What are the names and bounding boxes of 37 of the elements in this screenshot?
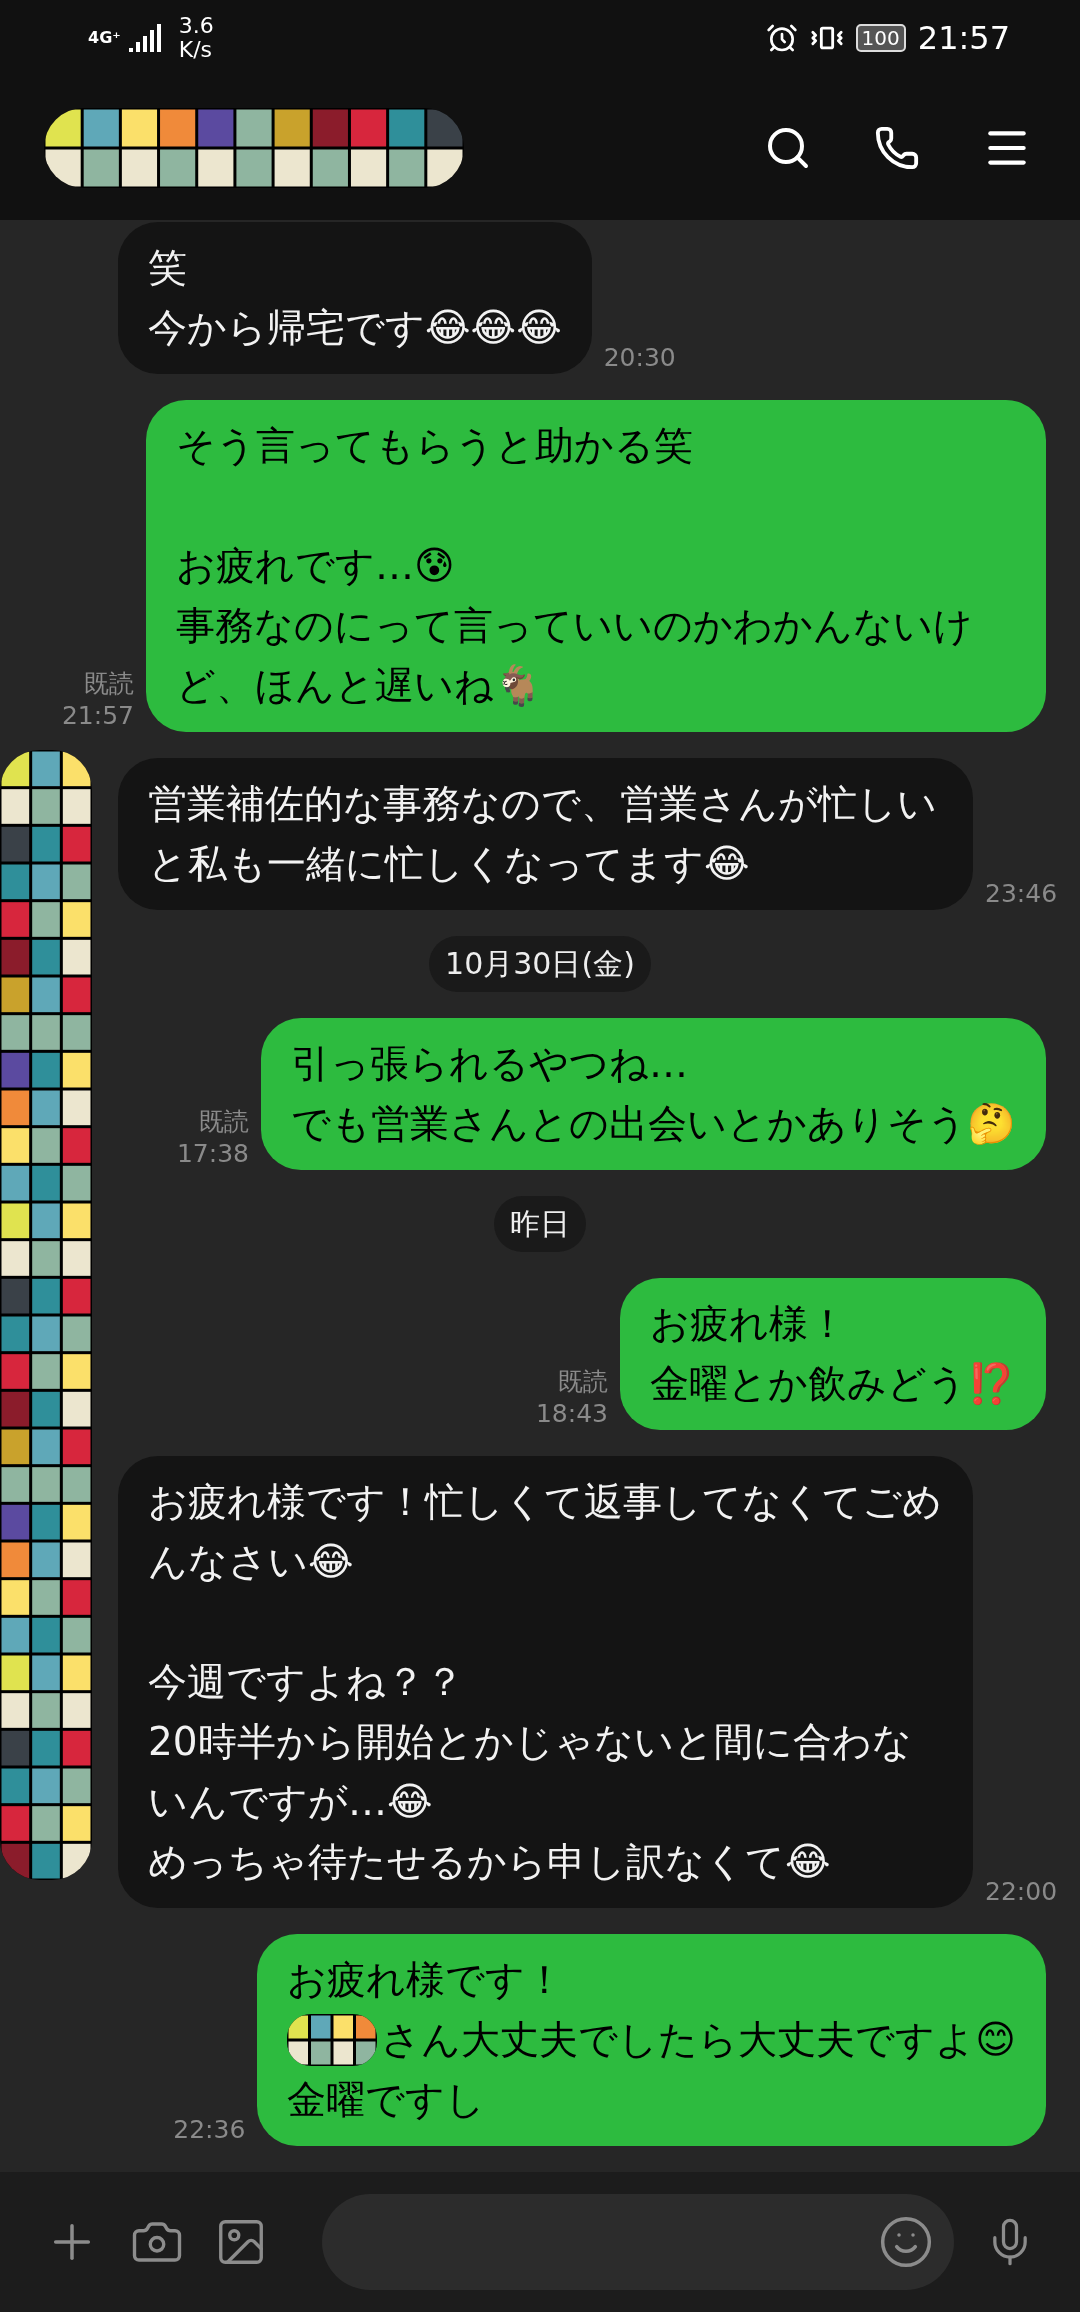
message-text: 金曜ですし — [287, 2076, 487, 2124]
message-text: でも営業さんとの出会いとかありそう🤔 — [291, 1100, 1016, 1148]
clock: 21:57 — [917, 17, 1010, 59]
message-text: 事務なのにって言っていいのかわかんないけど、ほんと遅いね🐐 — [176, 602, 974, 710]
battery-indicator: 100 — [855, 23, 906, 52]
message-text: 今から帰宅です😂😂😂 — [148, 304, 562, 352]
date-label: 昨日 — [494, 1196, 586, 1252]
message-text: 営業補佐的な事務なので、営業さんが忙しいと私も一緒に忙しくなってます😂 — [148, 780, 938, 888]
message-time: 22:00 — [985, 1876, 1058, 1908]
read-receipt: 既読 — [199, 1106, 249, 1138]
speed-unit: K/s — [178, 37, 214, 62]
message-text: めっちゃ待たせるから申し訳なくて😂 — [148, 1838, 832, 1886]
call-button[interactable] — [874, 124, 920, 171]
message-text: そう言ってもらうと助かる笑 — [176, 422, 694, 470]
signal-icon — [128, 23, 163, 52]
message-text: 20時半から開始とかじゃないと間に合わないんですが…😂 — [148, 1718, 913, 1826]
message-time: 17:38 — [176, 1138, 249, 1170]
speed-value: 3.6 — [178, 13, 214, 38]
read-receipt: 既読 — [558, 1366, 608, 1398]
message-text: 金曜とか飲みどう⁉ — [650, 1360, 1016, 1408]
message-time: 21:57 — [61, 700, 134, 732]
message-text: 笑 — [148, 244, 188, 292]
message-text: お疲れ様です！忙しくて返事してなくてごめんなさい😂 — [148, 1478, 943, 1586]
message-time: 20:30 — [603, 342, 676, 374]
message-time: 18:43 — [535, 1398, 608, 1430]
message-text: お疲れ様です！ — [287, 1956, 566, 2004]
read-receipt: 既読 — [84, 668, 134, 700]
message-text: お疲れです…😰 — [176, 542, 456, 590]
network-type: 4G⁺ — [88, 26, 121, 49]
message-time: 23:46 — [985, 878, 1058, 910]
message-time: 22:36 — [173, 2114, 246, 2146]
date-label: 10月30日(金) — [429, 936, 651, 992]
message-text: 今週ですよね？？ — [148, 1658, 465, 1706]
message-text: お疲れ様！ — [650, 1300, 848, 1348]
message-text: さん大丈夫でしたら大丈夫ですよ😊 — [381, 2016, 1016, 2064]
emoji-icon[interactable] — [878, 2214, 934, 2270]
message-text: 引っ張られるやつね… — [291, 1040, 689, 1088]
